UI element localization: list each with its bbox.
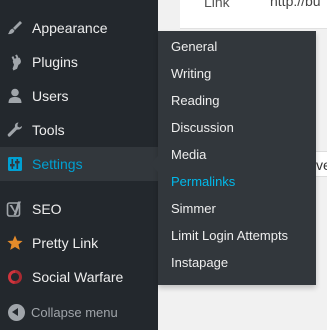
menu-item-label: Social Warfare [32,269,124,285]
collapse-arrow-icon [8,304,25,321]
menu-item-label: Tools [32,122,65,138]
plug-icon [6,53,24,71]
table-cell-link: Link [204,0,230,10]
star-icon [6,234,24,252]
submenu-item-discussion[interactable]: Discussion [171,120,234,135]
menu-item-appearance[interactable]: Appearance [0,11,158,45]
menu-item-label: Settings [32,156,83,172]
menu-item-label: Pretty Link [32,235,99,251]
menu-item-users[interactable]: Users [0,79,158,113]
menu-item-seo[interactable]: SEO [0,192,158,226]
submenu-item-media[interactable]: Media [171,147,206,162]
menu-separator [0,186,158,187]
collapse-menu-label: Collapse menu [31,305,118,320]
paintbrush-icon [6,19,24,37]
social-warfare-icon [6,268,24,286]
menu-item-social-warfare[interactable]: Social Warfare [0,260,158,294]
settings-sliders-icon [6,155,24,173]
menu-item-label: Appearance [32,20,108,36]
submenu-item-instapage[interactable]: Instapage [171,255,228,270]
submenu-item-reading[interactable]: Reading [171,93,219,108]
user-icon [6,87,24,105]
submenu-item-simmer[interactable]: Simmer [171,201,216,216]
flyout-pointer [150,156,158,172]
menu-item-label: Plugins [32,54,78,70]
wrench-icon [6,121,24,139]
menu-item-label: SEO [32,201,62,217]
menu-item-plugins[interactable]: Plugins [0,45,158,79]
submenu-item-permalinks[interactable]: Permalinks [171,174,235,189]
submenu-item-limit-login-attempts[interactable]: Limit Login Attempts [171,228,288,243]
menu-item-label: Users [32,88,69,104]
content-field-text: ve [316,157,327,173]
collapse-menu-button[interactable]: Collapse menu [0,296,158,330]
menu-item-pretty-link[interactable]: Pretty Link [0,226,158,260]
menu-item-tools[interactable]: Tools [0,113,158,147]
submenu-item-writing[interactable]: Writing [171,66,211,81]
content-table-row: Link http://bu [180,0,327,29]
submenu-item-general[interactable]: General [171,39,217,54]
yoast-seo-icon [6,200,24,218]
table-cell-url[interactable]: http://bu [270,0,321,9]
settings-submenu-flyout: General Writing Reading Discussion Media… [150,31,316,285]
menu-item-settings[interactable]: Settings [0,147,158,181]
admin-sidebar-menu: Appearance Plugins Users Tools Settings … [0,0,158,330]
